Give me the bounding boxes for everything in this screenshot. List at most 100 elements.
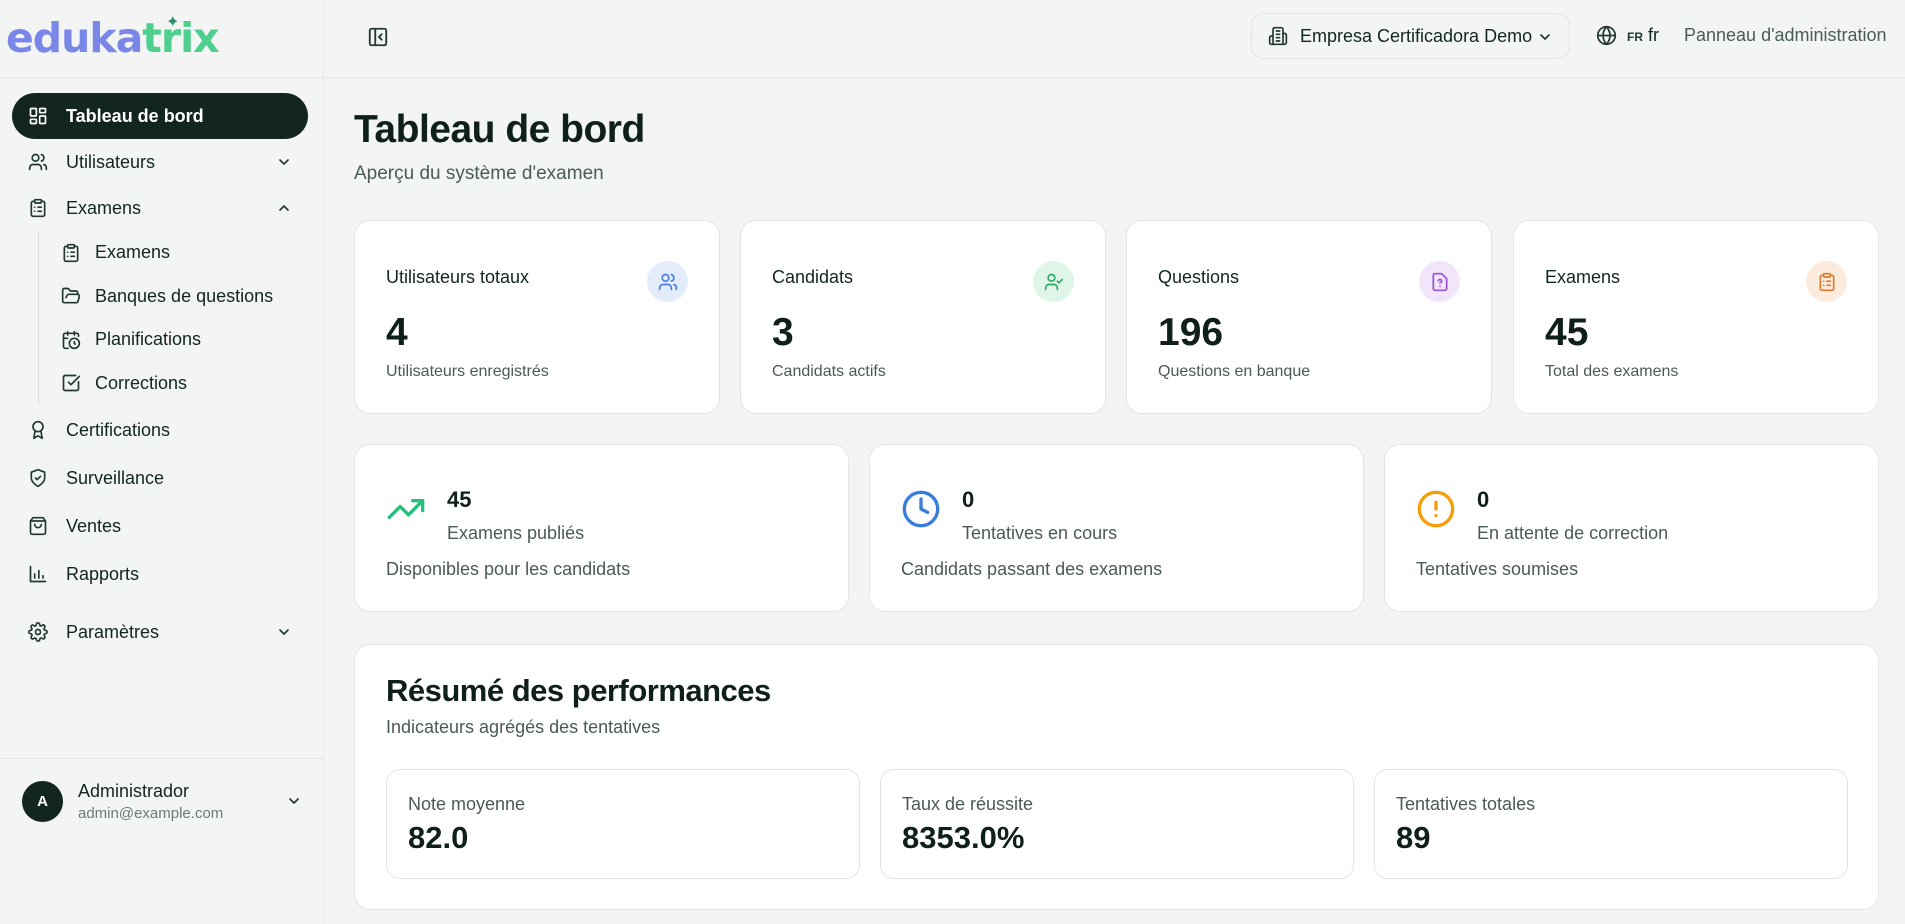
metric-value: 8353.0% — [902, 820, 1025, 855]
activity-label: En attente de correction — [1477, 523, 1669, 543]
sidebar-item-certifications[interactable]: Certifications — [12, 407, 308, 453]
stat-label: Examens — [1545, 267, 1621, 287]
chevron-down-icon[interactable] — [286, 793, 302, 809]
sidebar-subitem-question-banks[interactable]: Banques de questions — [39, 275, 308, 319]
language-value: fr — [1648, 25, 1659, 45]
stat-label: Questions — [1158, 267, 1240, 287]
user-info: Administrador admin@example.com — [78, 781, 223, 822]
award-icon — [28, 420, 48, 440]
header-divider — [0, 77, 1905, 78]
clipboard-list-icon — [61, 243, 81, 263]
activity-description: Tentatives soumises — [1416, 559, 1579, 579]
sidebar: edukatrix ✦ Tableau de bord Utilisateurs… — [0, 0, 324, 924]
stat-value: 3 — [772, 311, 794, 354]
section-title: Résumé des performances — [386, 673, 771, 708]
stat-label: Candidats — [772, 267, 854, 287]
stat-card-exams: Examens 45 Total des examens — [1513, 220, 1879, 414]
sidebar-subitem-exams[interactable]: Examens — [39, 231, 308, 275]
language-code: FR — [1627, 30, 1643, 44]
user-check-icon — [1044, 272, 1064, 292]
metric-average-score: Note moyenne 82.0 — [386, 769, 860, 879]
divider — [0, 758, 324, 759]
language-switcher[interactable]: FR fr — [1596, 25, 1659, 46]
activity-card-published: 45 Examens publiés Disponibles pour les … — [354, 444, 849, 612]
square-check-icon — [61, 373, 81, 393]
exams-submenu: Examens Banques de questions Planificati… — [38, 231, 308, 405]
sidebar-item-sales[interactable]: Ventes — [12, 503, 308, 549]
globe-icon — [1596, 25, 1617, 46]
logo-text-part1: eduka — [6, 14, 143, 62]
brand-logo[interactable]: edukatrix ✦ — [6, 12, 220, 64]
chevron-down-icon[interactable] — [276, 624, 292, 640]
chevron-up-icon[interactable] — [276, 200, 292, 216]
sidebar-item-label: Certifications — [66, 419, 171, 440]
sidebar-subitem-corrections[interactable]: Corrections — [39, 362, 308, 406]
activity-value: 45 — [447, 487, 472, 512]
page-subtitle: Aperçu du système d'examen — [354, 163, 604, 184]
stat-badge — [1033, 261, 1074, 302]
stat-description: Questions en banque — [1158, 363, 1311, 380]
sidebar-item-label: Examens — [95, 242, 171, 263]
metric-label: Taux de réussite — [902, 794, 1034, 814]
sidebar-toggle-icon[interactable] — [367, 26, 389, 48]
sidebar-item-label: Utilisateurs — [66, 151, 156, 172]
sidebar-item-label: Surveillance — [66, 467, 165, 488]
metric-label: Tentatives totales — [1396, 794, 1536, 814]
sidebar-item-label: Corrections — [95, 372, 188, 393]
admin-panel-link[interactable]: Panneau d'administration — [1684, 25, 1887, 46]
sidebar-item-users[interactable]: Utilisateurs — [12, 139, 308, 185]
building-icon — [1268, 26, 1288, 46]
chevron-down-icon[interactable] — [276, 154, 292, 170]
sidebar-item-dashboard[interactable]: Tableau de bord — [12, 93, 308, 139]
stat-label: Utilisateurs totaux — [386, 267, 530, 287]
activity-card-pending: 0 En attente de correction Tentatives so… — [1384, 444, 1879, 612]
sidebar-item-surveillance[interactable]: Surveillance — [12, 455, 308, 501]
clipboard-list-icon — [28, 198, 48, 218]
stat-description: Candidats actifs — [772, 363, 886, 380]
chevron-down-icon — [1537, 29, 1553, 45]
activity-label: Tentatives en cours — [962, 523, 1118, 543]
user-email: admin@example.com — [78, 804, 224, 822]
gear-icon — [28, 622, 48, 642]
stat-description: Utilisateurs enregistrés — [386, 363, 549, 380]
activity-card-in-progress: 0 Tentatives en cours Candidats passant … — [869, 444, 1364, 612]
stat-description: Total des examens — [1545, 363, 1679, 380]
clipboard-icon — [1817, 272, 1837, 292]
sidebar-item-label: Examens — [66, 197, 142, 218]
stat-badge — [647, 261, 688, 302]
organization-select[interactable]: Empresa Certificadora Demo — [1251, 13, 1570, 59]
metric-success-rate: Taux de réussite 8353.0% — [880, 769, 1354, 879]
sidebar-item-reports[interactable]: Rapports — [12, 551, 308, 597]
sidebar-item-label: Planifications — [95, 329, 202, 350]
stat-card-users: Utilisateurs totaux 4 Utilisateurs enreg… — [354, 220, 720, 414]
shopping-bag-icon — [28, 516, 48, 536]
trending-up-icon — [386, 489, 426, 529]
users-icon — [658, 272, 678, 292]
stat-card-candidates: Candidats 3 Candidats actifs — [740, 220, 1106, 414]
alert-circle-icon — [1416, 489, 1456, 529]
stat-card-questions: Questions 196 Questions en banque — [1126, 220, 1492, 414]
stat-badge — [1419, 261, 1460, 302]
sidebar-item-label: Banques de questions — [95, 285, 274, 306]
activity-value: 0 — [962, 487, 975, 512]
sidebar-item-label: Ventes — [66, 515, 122, 536]
stat-badge — [1806, 261, 1847, 302]
sidebar-subitem-schedules[interactable]: Planifications — [39, 318, 308, 362]
layout-grid-icon — [28, 106, 48, 126]
avatar: A — [22, 780, 63, 822]
sidebar-item-settings[interactable]: Paramètres — [12, 609, 308, 655]
stat-value: 45 — [1545, 311, 1589, 354]
calendar-clock-icon — [61, 330, 81, 350]
sidebar-item-label: Paramètres — [66, 621, 160, 642]
user-name: Administrador — [78, 780, 190, 801]
user-menu[interactable]: A Administrador admin@example.com — [22, 778, 302, 824]
performance-summary-card: Résumé des performances Indicateurs agré… — [354, 644, 1879, 910]
sidebar-item-label: Rapports — [66, 563, 140, 584]
activity-description: Candidats passant des examens — [901, 559, 1163, 579]
sidebar-nav: Tableau de bord Utilisateurs Examens Exa… — [12, 93, 308, 655]
metric-total-attempts: Tentatives totales 89 — [1374, 769, 1848, 879]
sidebar-item-label: Tableau de bord — [66, 105, 204, 126]
metric-value: 82.0 — [408, 820, 469, 855]
clock-icon — [901, 489, 941, 529]
sidebar-item-exams[interactable]: Examens — [12, 185, 308, 231]
